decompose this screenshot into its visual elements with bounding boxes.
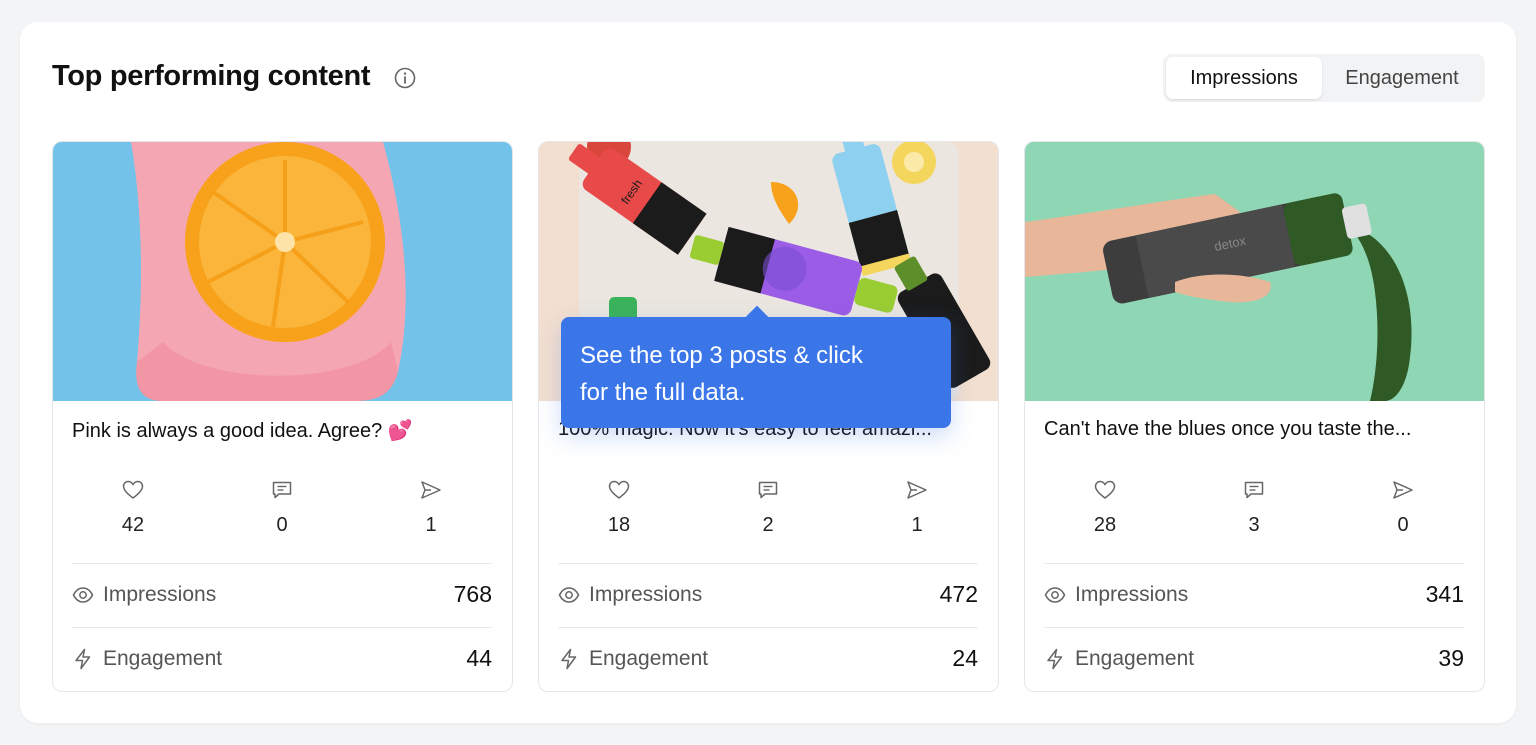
likes-count: 42 [121,514,145,536]
likes-count: 28 [1093,514,1117,536]
shares-count: 1 [911,514,923,536]
divider [72,563,492,564]
heart-icon [608,480,630,499]
post-image[interactable]: detox [1025,142,1484,401]
tooltip-line: for the full data. [580,379,746,406]
send-icon [421,481,441,499]
comments-count: 0 [276,514,288,536]
divider [558,627,978,628]
comments-count: 3 [1248,514,1260,536]
bolt-icon [1047,648,1063,670]
engagement-label: Engagement [1075,647,1195,670]
impressions-value: 768 [453,581,492,607]
divider [1044,627,1464,628]
engagement-value: 39 [1438,645,1464,671]
eye-icon [72,587,94,603]
comments-stat: 2 [728,478,808,537]
likes-stat: 28 [1065,478,1145,537]
likes-stat: 18 [579,478,659,537]
comments-stat: 3 [1214,478,1294,537]
engagement-value: 44 [466,645,492,671]
engagement-row: Engagement 24 [558,644,978,674]
shares-stat: 1 [391,478,471,537]
send-icon [907,481,927,499]
post-image[interactable] [53,142,512,401]
impressions-value: 341 [1425,581,1464,607]
engagement-toggle-button[interactable]: Engagement [1322,57,1482,99]
comment-icon [1244,481,1264,499]
impressions-label: Impressions [1075,583,1189,606]
impressions-label: Impressions [103,583,217,606]
impressions-row: Impressions 341 [1044,580,1464,610]
bolt-icon [561,648,577,670]
divider [1044,563,1464,564]
comment-icon [272,481,292,499]
comment-icon [758,481,778,499]
impressions-row: Impressions 768 [72,580,492,610]
shares-stat: 1 [877,478,957,537]
shares-count: 0 [1397,514,1409,536]
eye-icon [558,587,580,603]
post-caption: Pink is always a good idea. Agree? 💕 [72,420,413,442]
heart-icon [122,480,144,499]
tooltip-line: See the top 3 posts & click [580,342,863,369]
engagement-row: Engagement 39 [1044,644,1464,674]
likes-stat: 42 [93,478,173,537]
comments-stat: 0 [242,478,322,537]
page-title: Top performing content [52,60,371,92]
send-icon [1393,481,1413,499]
divider [72,627,492,628]
engagement-value: 24 [952,645,978,671]
post-caption: Can't have the blues once you taste the.… [1044,418,1412,440]
engagement-row: Engagement 44 [72,644,492,674]
likes-count: 18 [607,514,631,536]
impressions-value: 472 [939,581,978,607]
post-card[interactable]: Pink is always a good idea. Agree? 💕 42 … [52,141,513,692]
bolt-icon [75,648,91,670]
engagement-label: Engagement [589,647,709,670]
engagement-label: Engagement [103,647,223,670]
metric-toggle: Impressions Engagement [1163,54,1485,102]
heart-icon [1094,480,1116,499]
shares-count: 1 [425,514,437,536]
post-card[interactable]: detox Can't have the blues once you tast… [1024,141,1485,692]
info-icon[interactable] [394,67,416,89]
eye-icon [1044,587,1066,603]
comments-count: 2 [762,514,774,536]
shares-stat: 0 [1363,478,1443,537]
onboarding-tooltip[interactable]: See the top 3 posts & click for the full… [561,305,951,428]
impressions-toggle-button[interactable]: Impressions [1166,57,1322,99]
impressions-label: Impressions [589,583,703,606]
impressions-row: Impressions 472 [558,580,978,610]
divider [558,563,978,564]
